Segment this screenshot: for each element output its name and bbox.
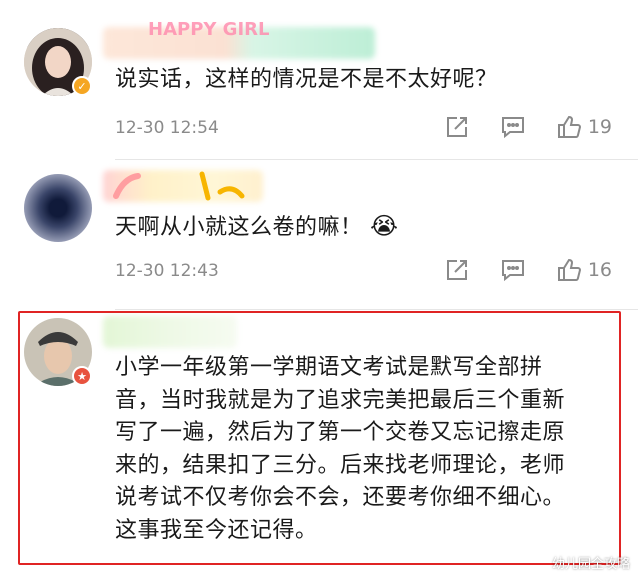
thumbs-up-icon <box>557 258 581 281</box>
like-count: 19 <box>587 116 612 138</box>
share-icon[interactable] <box>444 257 470 283</box>
comment-icon[interactable] <box>500 257 526 283</box>
highlight-box <box>18 311 621 565</box>
comment-text: 天啊从小就这么卷的嘛！ 😭 <box>115 210 399 244</box>
watermark: 幼儿园全攻略 <box>551 557 630 572</box>
verified-badge-icon: ✓ <box>72 76 92 96</box>
comment-item-2: 天啊从小就这么卷的嘛！ 😭 12-30 12:43 16 <box>0 160 638 310</box>
comment-actions: 19 <box>444 114 612 140</box>
comment-text-body: 天啊从小就这么卷的嘛！ <box>115 215 363 240</box>
comment-timestamp: 12-30 12:54 <box>115 118 219 138</box>
comment-text: 说实话，这样的情况是不是不太好呢？ <box>115 67 498 92</box>
avatar[interactable] <box>24 174 92 242</box>
username-sticker <box>113 171 245 201</box>
comment-actions: 16 <box>444 257 612 283</box>
comment-icon[interactable] <box>500 114 526 140</box>
comment-timestamp: 12-30 12:43 <box>115 261 219 281</box>
share-icon[interactable] <box>444 114 470 140</box>
like-count: 16 <box>587 259 612 281</box>
like-button[interactable]: 16 <box>556 257 612 283</box>
username-sticker: HAPPY GIRL <box>148 19 270 40</box>
thumbs-up-icon <box>557 115 581 138</box>
like-button[interactable]: 19 <box>556 114 612 140</box>
comment-item-1: ✓ HAPPY GIRL 说实话，这样的情况是不是不太好呢？ 12-30 12:… <box>0 0 638 160</box>
crying-face-icon: 😭 <box>370 212 399 240</box>
